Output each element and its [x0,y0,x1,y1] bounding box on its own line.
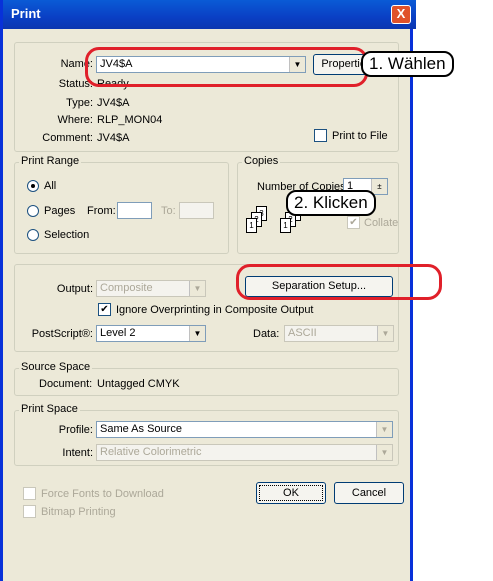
where-value: RLP_MON04 [97,114,163,126]
data-select[interactable]: ASCII ▼ [284,325,394,342]
comment-value: JV4$A [97,132,130,144]
data-label: Data: [253,328,280,340]
pages-label: Pages [44,205,76,217]
print-space-title: Print Space [19,403,80,415]
cancel-label: Cancel [351,487,387,499]
cancel-button[interactable]: Cancel [334,482,404,504]
window-title: Print [11,6,41,21]
print-range-title: Print Range [19,155,82,167]
document-value: Untagged CMYK [97,378,180,390]
selection-label: Selection [44,229,90,241]
postscript-value: Level 2 [100,327,136,339]
postscript-select[interactable]: Level 2 ▼ [96,325,206,342]
copies-title: Copies [242,155,281,167]
chevron-down-icon: ▼ [189,326,205,341]
source-space-title: Source Space [19,361,93,373]
collate-checkbox[interactable]: ✔ [347,216,360,229]
to-input[interactable] [179,202,214,219]
radio-selection[interactable] [27,229,39,241]
print-to-file-label: Print to File [332,130,388,142]
to-label: To: [161,205,176,217]
all-label: All [44,180,57,192]
intent-select[interactable]: Relative Colorimetric ▼ [96,444,393,461]
status-label: Status: [58,78,93,90]
from-input[interactable] [117,202,152,219]
close-button[interactable]: X [391,5,411,24]
title-bar: Print X [3,0,416,29]
comment-label: Comment: [42,132,93,144]
ignore-overprinting-label: Ignore Overprinting in Composite Output [116,304,314,316]
document-label: Document: [39,378,93,390]
type-value: JV4$A [97,97,130,109]
type-label: Type: [66,97,93,109]
ignore-overprinting-checkbox[interactable]: ✔ [98,303,111,316]
step1-callout: 1. Wählen [361,51,454,77]
force-fonts-checkbox[interactable] [23,487,36,500]
output-value: Composite [100,282,153,294]
collate-label: Collate [364,217,399,229]
close-icon: X [396,6,406,21]
page-icon: 1 [246,218,257,233]
from-label: From: [87,205,116,217]
postscript-label: PostScript®: [31,328,93,340]
ok-label: OK [283,487,299,499]
print-to-file-checkbox[interactable] [314,129,327,142]
bitmap-printing-label: Bitmap Printing [41,506,116,518]
separation-highlight-ring [236,264,442,300]
chevron-down-icon: ▼ [189,281,205,296]
page-icon: 1 [280,218,291,233]
output-select[interactable]: Composite ▼ [96,280,206,297]
data-value: ASCII [288,327,317,339]
name-highlight-ring [85,47,368,87]
profile-label: Profile: [58,424,93,436]
step2-callout: 2. Klicken [286,190,376,216]
intent-value: Relative Colorimetric [100,446,202,458]
chevron-down-icon: ▼ [377,326,393,341]
spinner-icon: ± [371,179,387,194]
bitmap-printing-checkbox[interactable] [23,505,36,518]
radio-all[interactable] [27,180,39,192]
output-label: Output: [56,283,93,295]
intent-label: Intent: [62,447,93,459]
ok-button[interactable]: OK [256,482,326,504]
profile-select[interactable]: Same As Source ▼ [96,421,393,438]
profile-value: Same As Source [100,423,182,435]
chevron-down-icon: ▼ [376,422,392,437]
radio-pages[interactable] [27,205,39,217]
force-fonts-label: Force Fonts to Download [41,488,164,500]
chevron-down-icon: ▼ [376,445,392,460]
name-label: Name: [60,58,93,70]
where-label: Where: [57,114,93,126]
